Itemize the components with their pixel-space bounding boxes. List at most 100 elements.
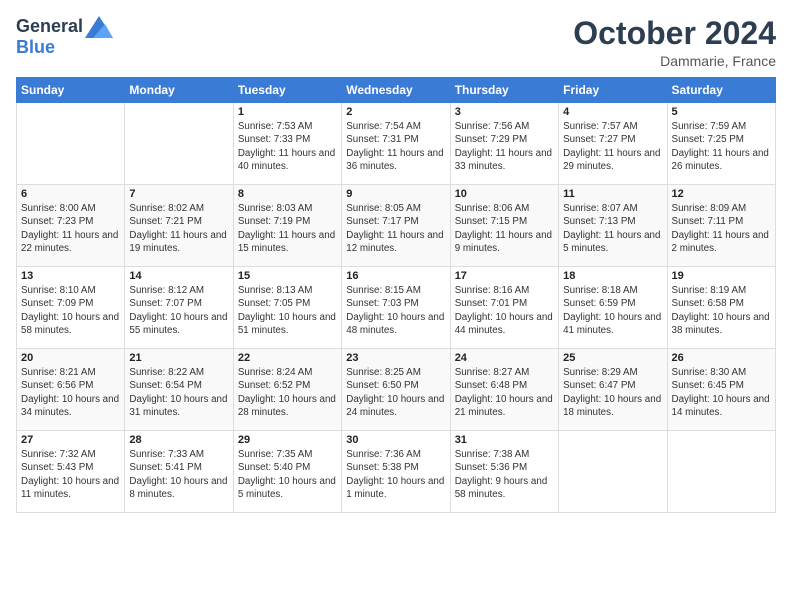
logo: General Blue [16,16,113,58]
calendar-cell: 7 Sunrise: 8:02 AM Sunset: 7:21 PM Daylig… [125,185,233,267]
day-number: 15 [238,270,337,282]
calendar-week-row: 1Sunrise: 7:53 AM Sunset: 7:33 PM Daylig… [17,103,776,185]
day-number: 29 [238,434,337,446]
calendar-cell: 12 Sunrise: 8:09 AM Sunset: 7:11 PM Dayli… [667,185,775,267]
day-number: 31 [455,434,554,446]
logo-text: General [16,16,113,38]
day-info: Sunrise: 8:13 AM Sunset: 7:05 PM Dayligh… [238,284,337,337]
calendar-header-row: SundayMondayTuesdayWednesdayThursdayFrid… [17,78,776,103]
calendar-cell: 21 Sunrise: 8:22 AM Sunset: 6:54 PM Dayli… [125,349,233,431]
day-info: Sunrise: 7:36 AM Sunset: 5:38 PM Dayligh… [346,448,445,501]
calendar-cell: 22Sunrise: 8:24 AM Sunset: 6:52 PM Dayli… [233,349,341,431]
day-info: Sunrise: 8:03 AM Sunset: 7:19 PM Dayligh… [238,202,337,255]
calendar-cell [559,431,667,513]
day-number: 22 [238,352,337,364]
day-info: Sunrise: 8:06 AM Sunset: 7:15 PM Dayligh… [455,202,554,255]
day-info: Sunrise: 7:57 AM Sunset: 7:27 PM Dayligh… [563,120,662,173]
calendar-cell: 15 Sunrise: 8:13 AM Sunset: 7:05 PM Dayli… [233,267,341,349]
day-info: Sunrise: 8:21 AM Sunset: 6:56 PM Dayligh… [21,366,120,419]
day-number: 25 [563,352,662,364]
calendar-cell: 24 Sunrise: 8:27 AM Sunset: 6:48 PM Dayli… [450,349,558,431]
day-number: 6 [21,188,120,200]
day-info: Sunrise: 8:27 AM Sunset: 6:48 PM Dayligh… [455,366,554,419]
calendar-cell: 14Sunrise: 8:12 AM Sunset: 7:07 PM Dayli… [125,267,233,349]
day-number: 16 [346,270,445,282]
day-info: Sunrise: 8:07 AM Sunset: 7:13 PM Dayligh… [563,202,662,255]
calendar-cell: 11Sunrise: 8:07 AM Sunset: 7:13 PM Dayli… [559,185,667,267]
logo-icon [85,16,113,38]
location: Dammarie, France [573,53,776,69]
day-info: Sunrise: 8:00 AM Sunset: 7:23 PM Dayligh… [21,202,120,255]
calendar-cell: 28 Sunrise: 7:33 AM Sunset: 5:41 PM Dayli… [125,431,233,513]
calendar-cell [17,103,125,185]
day-info: Sunrise: 8:29 AM Sunset: 6:47 PM Dayligh… [563,366,662,419]
calendar-cell: 17Sunrise: 8:16 AM Sunset: 7:01 PM Dayli… [450,267,558,349]
calendar-cell: 19 Sunrise: 8:19 AM Sunset: 6:58 PM Dayli… [667,267,775,349]
calendar-table: SundayMondayTuesdayWednesdayThursdayFrid… [16,77,776,513]
day-info: Sunrise: 8:12 AM Sunset: 7:07 PM Dayligh… [129,284,228,337]
day-number: 20 [21,352,120,364]
calendar-cell: 4Sunrise: 7:57 AM Sunset: 7:27 PM Daylig… [559,103,667,185]
day-number: 28 [129,434,228,446]
day-info: Sunrise: 8:15 AM Sunset: 7:03 PM Dayligh… [346,284,445,337]
weekday-header: Friday [559,78,667,103]
day-info: Sunrise: 7:56 AM Sunset: 7:29 PM Dayligh… [455,120,554,173]
calendar-cell: 31 Sunrise: 7:38 AM Sunset: 5:36 PM Dayli… [450,431,558,513]
day-info: Sunrise: 7:35 AM Sunset: 5:40 PM Dayligh… [238,448,337,501]
day-info: Sunrise: 8:22 AM Sunset: 6:54 PM Dayligh… [129,366,228,419]
day-number: 21 [129,352,228,364]
day-info: Sunrise: 7:59 AM Sunset: 7:25 PM Dayligh… [672,120,771,173]
calendar-cell: 20 Sunrise: 8:21 AM Sunset: 6:56 PM Dayli… [17,349,125,431]
calendar-cell: 27Sunrise: 7:32 AM Sunset: 5:43 PM Dayli… [17,431,125,513]
calendar-cell: 10 Sunrise: 8:06 AM Sunset: 7:15 PM Dayli… [450,185,558,267]
logo-blue: Blue [16,38,113,58]
day-number: 7 [129,188,228,200]
calendar-cell: 8 Sunrise: 8:03 AM Sunset: 7:19 PM Daylig… [233,185,341,267]
calendar-cell: 18 Sunrise: 8:18 AM Sunset: 6:59 PM Dayli… [559,267,667,349]
calendar-week-row: 27Sunrise: 7:32 AM Sunset: 5:43 PM Dayli… [17,431,776,513]
day-number: 12 [672,188,771,200]
calendar-cell: 23Sunrise: 8:25 AM Sunset: 6:50 PM Dayli… [342,349,450,431]
weekday-header: Tuesday [233,78,341,103]
day-number: 1 [238,106,337,118]
calendar-cell: 26Sunrise: 8:30 AM Sunset: 6:45 PM Dayli… [667,349,775,431]
calendar-cell: 5 Sunrise: 7:59 AM Sunset: 7:25 PM Daylig… [667,103,775,185]
day-info: Sunrise: 8:10 AM Sunset: 7:09 PM Dayligh… [21,284,120,337]
day-number: 10 [455,188,554,200]
day-number: 27 [21,434,120,446]
day-info: Sunrise: 8:05 AM Sunset: 7:17 PM Dayligh… [346,202,445,255]
day-number: 9 [346,188,445,200]
calendar-cell: 3Sunrise: 7:56 AM Sunset: 7:29 PM Daylig… [450,103,558,185]
calendar-cell: 30 Sunrise: 7:36 AM Sunset: 5:38 PM Dayli… [342,431,450,513]
calendar-cell: 6 Sunrise: 8:00 AM Sunset: 7:23 PM Daylig… [17,185,125,267]
month-title: October 2024 [573,16,776,51]
day-info: Sunrise: 8:02 AM Sunset: 7:21 PM Dayligh… [129,202,228,255]
day-number: 5 [672,106,771,118]
day-number: 18 [563,270,662,282]
day-number: 30 [346,434,445,446]
day-info: Sunrise: 8:09 AM Sunset: 7:11 PM Dayligh… [672,202,771,255]
weekday-header: Saturday [667,78,775,103]
day-info: Sunrise: 8:30 AM Sunset: 6:45 PM Dayligh… [672,366,771,419]
day-number: 8 [238,188,337,200]
day-info: Sunrise: 7:38 AM Sunset: 5:36 PM Dayligh… [455,448,554,501]
day-info: Sunrise: 7:33 AM Sunset: 5:41 PM Dayligh… [129,448,228,501]
calendar-cell: 13Sunrise: 8:10 AM Sunset: 7:09 PM Dayli… [17,267,125,349]
calendar-week-row: 13Sunrise: 8:10 AM Sunset: 7:09 PM Dayli… [17,267,776,349]
day-number: 24 [455,352,554,364]
day-info: Sunrise: 8:18 AM Sunset: 6:59 PM Dayligh… [563,284,662,337]
calendar-cell: 9 Sunrise: 8:05 AM Sunset: 7:17 PM Daylig… [342,185,450,267]
calendar-cell: 2Sunrise: 7:54 AM Sunset: 7:31 PM Daylig… [342,103,450,185]
calendar-cell: 29 Sunrise: 7:35 AM Sunset: 5:40 PM Dayli… [233,431,341,513]
calendar-cell: 25 Sunrise: 8:29 AM Sunset: 6:47 PM Dayli… [559,349,667,431]
day-info: Sunrise: 7:54 AM Sunset: 7:31 PM Dayligh… [346,120,445,173]
weekday-header: Sunday [17,78,125,103]
calendar-week-row: 20 Sunrise: 8:21 AM Sunset: 6:56 PM Dayli… [17,349,776,431]
day-number: 19 [672,270,771,282]
calendar-cell: 16 Sunrise: 8:15 AM Sunset: 7:03 PM Dayli… [342,267,450,349]
weekday-header: Wednesday [342,78,450,103]
day-info: Sunrise: 8:19 AM Sunset: 6:58 PM Dayligh… [672,284,771,337]
weekday-header: Thursday [450,78,558,103]
day-number: 17 [455,270,554,282]
day-number: 23 [346,352,445,364]
